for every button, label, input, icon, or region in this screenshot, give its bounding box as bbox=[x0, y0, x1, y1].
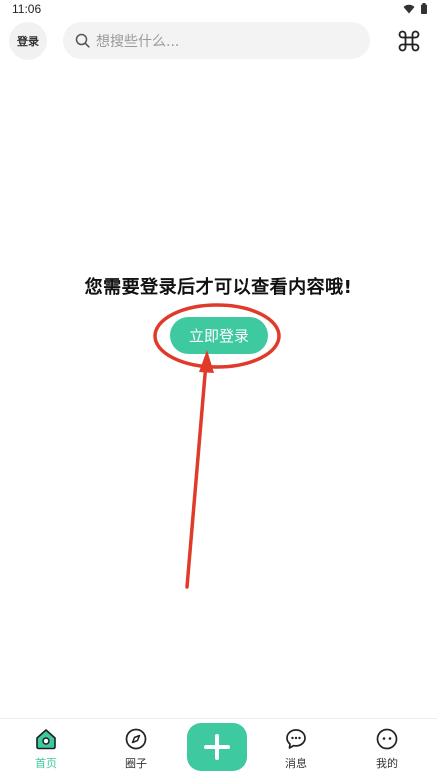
login-required-message: 您需要登录后才可以查看内容哦! bbox=[84, 277, 353, 298]
command-icon bbox=[398, 30, 420, 52]
message-icon bbox=[283, 726, 309, 752]
nav-item-circle[interactable]: 圈子 bbox=[106, 719, 166, 777]
nav-label-home: 首页 bbox=[35, 757, 57, 770]
status-icons bbox=[403, 3, 427, 14]
status-bar: 11:06 bbox=[0, 0, 437, 18]
plus-icon bbox=[204, 734, 230, 760]
profile-icon bbox=[374, 726, 400, 752]
compass-icon bbox=[123, 726, 149, 752]
nav-item-home[interactable]: 首页 bbox=[16, 719, 76, 777]
status-time: 11:06 bbox=[12, 2, 42, 16]
search-placeholder: 想搜些什么... bbox=[96, 33, 180, 50]
annotation-arrow-shaft bbox=[185, 361, 208, 589]
login-button[interactable]: 登录 bbox=[9, 22, 47, 60]
nav-item-messages[interactable]: 消息 bbox=[266, 719, 326, 777]
search-icon bbox=[74, 33, 90, 49]
login-now-button[interactable]: 立即登录 bbox=[170, 317, 268, 354]
annotation-overlay bbox=[153, 303, 281, 589]
nav-label-profile: 我的 bbox=[376, 757, 398, 770]
nav-item-profile[interactable]: 我的 bbox=[357, 719, 417, 777]
nav-label-messages: 消息 bbox=[285, 757, 307, 770]
battery-icon bbox=[421, 3, 427, 14]
wifi-icon bbox=[403, 4, 415, 13]
app-grid-button[interactable] bbox=[396, 28, 422, 54]
home-icon bbox=[33, 726, 59, 752]
search-input[interactable]: 想搜些什么... bbox=[63, 22, 370, 59]
nav-label-circle: 圈子 bbox=[125, 757, 147, 770]
top-bar: 登录 想搜些什么... bbox=[0, 18, 437, 64]
publish-button[interactable] bbox=[187, 723, 247, 771]
